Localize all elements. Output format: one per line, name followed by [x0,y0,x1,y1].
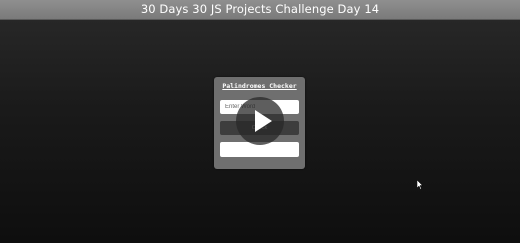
play-button[interactable] [236,97,284,145]
play-icon [255,110,272,132]
video-frame: 30 Days 30 JS Projects Challenge Day 14 … [0,0,520,243]
mouse-cursor-icon [416,175,424,190]
card-heading: Palindromes Checker [222,82,297,90]
video-title: 30 Days 30 JS Projects Challenge Day 14 [140,2,380,16]
video-title-bar: 30 Days 30 JS Projects Challenge Day 14 [0,0,520,20]
